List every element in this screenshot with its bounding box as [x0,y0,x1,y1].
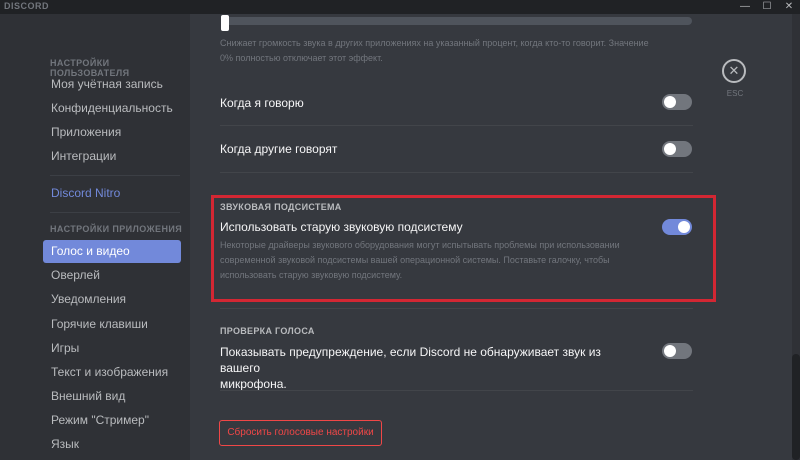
title-bar: DISCORD — ☐ ✕ [0,0,800,14]
app-settings-header: НАСТРОЙКИ ПРИЛОЖЕНИЯ [50,224,183,234]
sidebar-item-streamer-mode[interactable]: Режим "Стример" [43,409,181,432]
sidebar-divider [50,212,180,213]
attenuation-slider[interactable] [221,15,692,31]
sidebar-item-privacy[interactable]: Конфиденциальность [43,97,181,120]
sidebar-item-language[interactable]: Язык [43,433,181,456]
sidebar-item-integrations[interactable]: Интеграции [43,145,181,168]
sidebar-item-keybinds[interactable]: Горячие клавиши [43,313,181,336]
sidebar-item-games[interactable]: Игры [43,337,181,360]
attenuation-description: Снижает громкость звука в других приложе… [220,38,649,63]
scrollbar[interactable] [792,14,800,460]
attenuation-slider-handle[interactable] [221,15,229,31]
sidebar-item-voice-video[interactable]: Голос и видео [43,240,181,263]
sidebar-divider [50,175,180,176]
voice-check-toggle[interactable] [662,343,692,359]
section-divider [220,125,693,126]
sidebar-item-overlay[interactable]: Оверлей [43,264,181,287]
when-i-speak-label: Когда я говорю [220,96,304,110]
close-window-button[interactable]: ✕ [778,0,800,14]
voice-check-header: ПРОВЕРКА ГОЛОСА [220,326,315,336]
sidebar-item-nitro[interactable]: Discord Nitro [43,182,181,205]
section-divider [220,172,693,173]
scrollbar-thumb[interactable] [792,354,800,460]
esc-label: ESC [726,89,744,98]
when-others-speak-toggle[interactable] [662,141,692,157]
highlight-box [211,195,716,302]
sidebar-item-notifications[interactable]: Уведомления [43,288,181,311]
sidebar-item-appearance[interactable]: Внешний вид [43,385,181,408]
minimize-button[interactable]: — [734,0,756,14]
app-brand: DISCORD [4,1,50,11]
sidebar-item-my-account[interactable]: Моя учётная запись [43,73,181,96]
section-divider [220,308,693,309]
sidebar-item-apps[interactable]: Приложения [43,121,181,144]
when-i-speak-toggle[interactable] [662,94,692,110]
toggle-knob [664,143,676,155]
close-icon[interactable]: ✕ [722,59,746,83]
voice-check-label: Показывать предупреждение, если Discord … [220,345,601,391]
when-others-speak-label: Когда другие говорят [220,142,338,156]
maximize-button[interactable]: ☐ [756,0,778,14]
section-divider [220,390,693,391]
reset-voice-settings-button[interactable]: Сбросить голосовые настройки [219,420,382,446]
toggle-knob [664,96,676,108]
settings-sidebar: НАСТРОЙКИ ПОЛЬЗОВАТЕЛЯ Моя учётная запис… [0,14,190,460]
toggle-knob [664,345,676,357]
sidebar-item-text-images[interactable]: Текст и изображения [43,361,181,384]
